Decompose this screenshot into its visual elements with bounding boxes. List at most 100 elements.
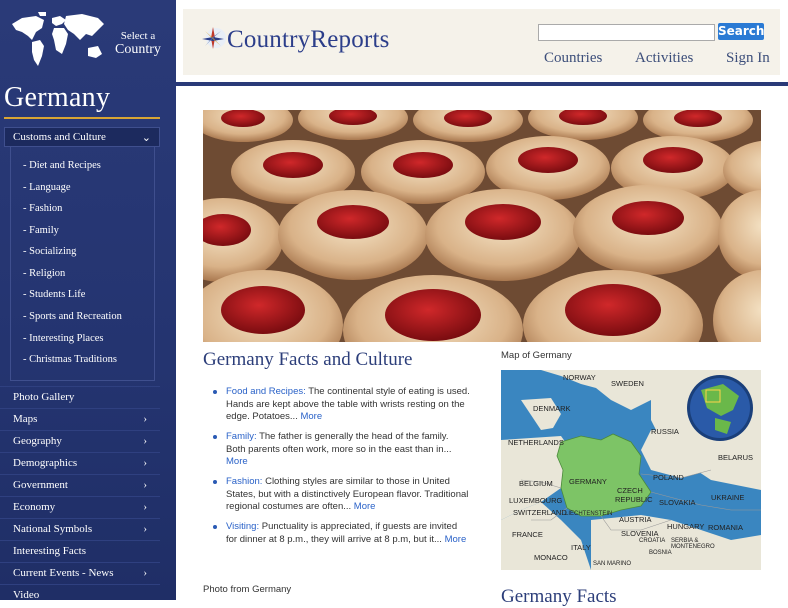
submenu-item[interactable]: - Sports and Recreation	[23, 311, 122, 322]
more-link[interactable]: More	[226, 456, 248, 467]
menu-label: Geography	[13, 435, 62, 447]
list-item: Family: The father is generally the head…	[208, 431, 470, 469]
facts2-title: Germany Facts	[501, 586, 617, 607]
site-logo[interactable]: CountryReports	[227, 26, 390, 54]
menu-label: Photo Gallery	[13, 391, 75, 403]
map-label-slovakia: SLOVAKIA	[659, 498, 696, 507]
map-label-republic: REPUBLIC	[615, 495, 653, 504]
more-link[interactable]: More	[445, 534, 467, 545]
map-label-denmark: DENMARK	[533, 404, 571, 413]
select-line2: Country	[115, 42, 161, 57]
chevron-right-icon: ›	[143, 523, 147, 535]
map-label-romania: ROMANIA	[708, 523, 743, 532]
fact-topic-link[interactable]: Visiting:	[226, 521, 259, 532]
fact-topic-link[interactable]: Family:	[226, 431, 257, 442]
facts-title: Germany Facts and Culture	[203, 349, 413, 370]
map-label-russia: RUSSIA	[651, 427, 679, 436]
fact-topic-link[interactable]: Food and Recipes:	[226, 386, 306, 397]
submenu-item[interactable]: - Diet and Recipes	[23, 160, 101, 171]
submenu-item[interactable]: - Religion	[23, 268, 65, 279]
sidebar: Select a Country Germany Customs and Cul…	[0, 0, 176, 601]
menu-current-events[interactable]: Current Events - News ›	[0, 562, 160, 584]
list-item: Food and Recipes: The continental style …	[208, 386, 470, 424]
menu-video[interactable]: Video	[0, 584, 160, 606]
globe-inset-icon	[687, 375, 753, 441]
map-label-switzerland: SWITZERLAND	[513, 508, 567, 517]
nav-activities[interactable]: Activities	[635, 50, 693, 67]
map-label-ukraine: UKRAINE	[711, 493, 744, 502]
fact-topic-link[interactable]: Fashion:	[226, 476, 262, 487]
chevron-right-icon: ›	[143, 457, 147, 469]
more-link[interactable]: More	[354, 501, 376, 512]
map-label-norway: NORWAY	[563, 373, 596, 382]
map-label-montenegro: MONTENEGRO	[671, 544, 715, 550]
submenu-item[interactable]: - Family	[23, 225, 59, 236]
germany-map[interactable]: NORWAY SWEDEN DENMARK RUSSIA NETHERLANDS…	[501, 370, 761, 570]
nav-sign-in[interactable]: Sign In	[726, 50, 770, 67]
map-label-hungary: HUNGARY	[667, 522, 704, 531]
chevron-right-icon: ›	[143, 413, 147, 425]
fact-text: Clothing styles are similar to those in …	[226, 476, 469, 512]
menu-economy[interactable]: Economy ›	[0, 496, 160, 518]
menu-photo-gallery[interactable]: Photo Gallery	[0, 386, 160, 408]
menu-label: Video	[13, 589, 40, 601]
map-label-germany: GERMANY	[569, 477, 607, 486]
title-underline	[4, 117, 160, 119]
search-button[interactable]: Search	[718, 23, 764, 40]
list-item: Visiting: Punctuality is appreciated, if…	[208, 521, 470, 546]
map-label-luxembourg: LUXEMBOURG	[509, 496, 563, 505]
facts-list: Food and Recipes: The continental style …	[208, 386, 470, 554]
menu-government[interactable]: Government ›	[0, 474, 160, 496]
hero-photo	[203, 110, 761, 342]
customs-culture-menu[interactable]: Customs and Culture ⌄	[4, 127, 160, 147]
map-label-monaco: MONACO	[534, 553, 568, 562]
chevron-right-icon: ›	[143, 501, 147, 513]
map-label-bosnia: BOSNIA	[649, 550, 672, 556]
country-title: Germany	[4, 82, 111, 113]
map-label-croatia: CROATIA	[639, 538, 665, 544]
select-country[interactable]: Select a Country	[0, 0, 176, 82]
map-label-san-marino: SAN MARINO	[593, 561, 631, 567]
menu-interesting-facts[interactable]: Interesting Facts	[0, 540, 160, 562]
map-label-belgium: BELGIUM	[519, 479, 553, 488]
chevron-right-icon: ›	[143, 567, 147, 579]
submenu-item[interactable]: - Socializing	[23, 246, 76, 257]
menu-label: Maps	[13, 413, 38, 425]
map-label-poland: POLAND	[653, 473, 684, 482]
map-label-netherlands: NETHERLANDS	[508, 438, 564, 447]
map-label-italy: ITALY	[571, 543, 591, 552]
fact-text: The father is generally the head of the …	[226, 431, 452, 455]
customs-submenu: - Diet and Recipes - Language - Fashion …	[10, 147, 155, 381]
world-map-icon	[12, 12, 104, 66]
header-divider	[176, 82, 788, 86]
submenu-item[interactable]: - Language	[23, 182, 71, 193]
menu-label: Demographics	[13, 457, 78, 469]
select-country-label: Select a Country	[108, 30, 168, 57]
menu-label: National Symbols	[13, 523, 93, 535]
menu-geography[interactable]: Geography ›	[0, 430, 160, 452]
submenu-item[interactable]: - Students Life	[23, 289, 85, 300]
header: CountryReports Search Countries Activiti…	[183, 9, 780, 75]
more-link[interactable]: More	[300, 411, 322, 422]
map-label-slovenia: SLOVENIA	[621, 529, 659, 538]
submenu-item[interactable]: - Christmas Traditions	[23, 354, 117, 365]
submenu-item[interactable]: - Interesting Places	[23, 333, 103, 344]
compass-star-icon	[202, 27, 226, 49]
submenu-item[interactable]: - Fashion	[23, 203, 62, 214]
map-label-sweden: SWEDEN	[611, 379, 644, 388]
map-label-czech: CZECH	[617, 486, 643, 495]
nav-countries[interactable]: Countries	[544, 50, 602, 67]
map-label: Map of Germany	[501, 350, 572, 361]
map-label-france: FRANCE	[512, 530, 543, 539]
menu-label: Current Events - News	[13, 567, 114, 579]
menu-label: Interesting Facts	[13, 545, 87, 557]
chevron-down-icon: ⌄	[141, 132, 151, 144]
chevron-right-icon: ›	[143, 479, 147, 491]
map-label-liechtenstein: LIECHTENSTEIN	[565, 511, 612, 517]
map-label-belarus: BELARUS	[718, 453, 753, 462]
menu-national-symbols[interactable]: National Symbols ›	[0, 518, 160, 540]
search-input[interactable]	[538, 24, 715, 41]
menu-demographics[interactable]: Demographics ›	[0, 452, 160, 474]
list-item: Fashion: Clothing styles are similar to …	[208, 476, 470, 514]
menu-maps[interactable]: Maps ›	[0, 408, 160, 430]
